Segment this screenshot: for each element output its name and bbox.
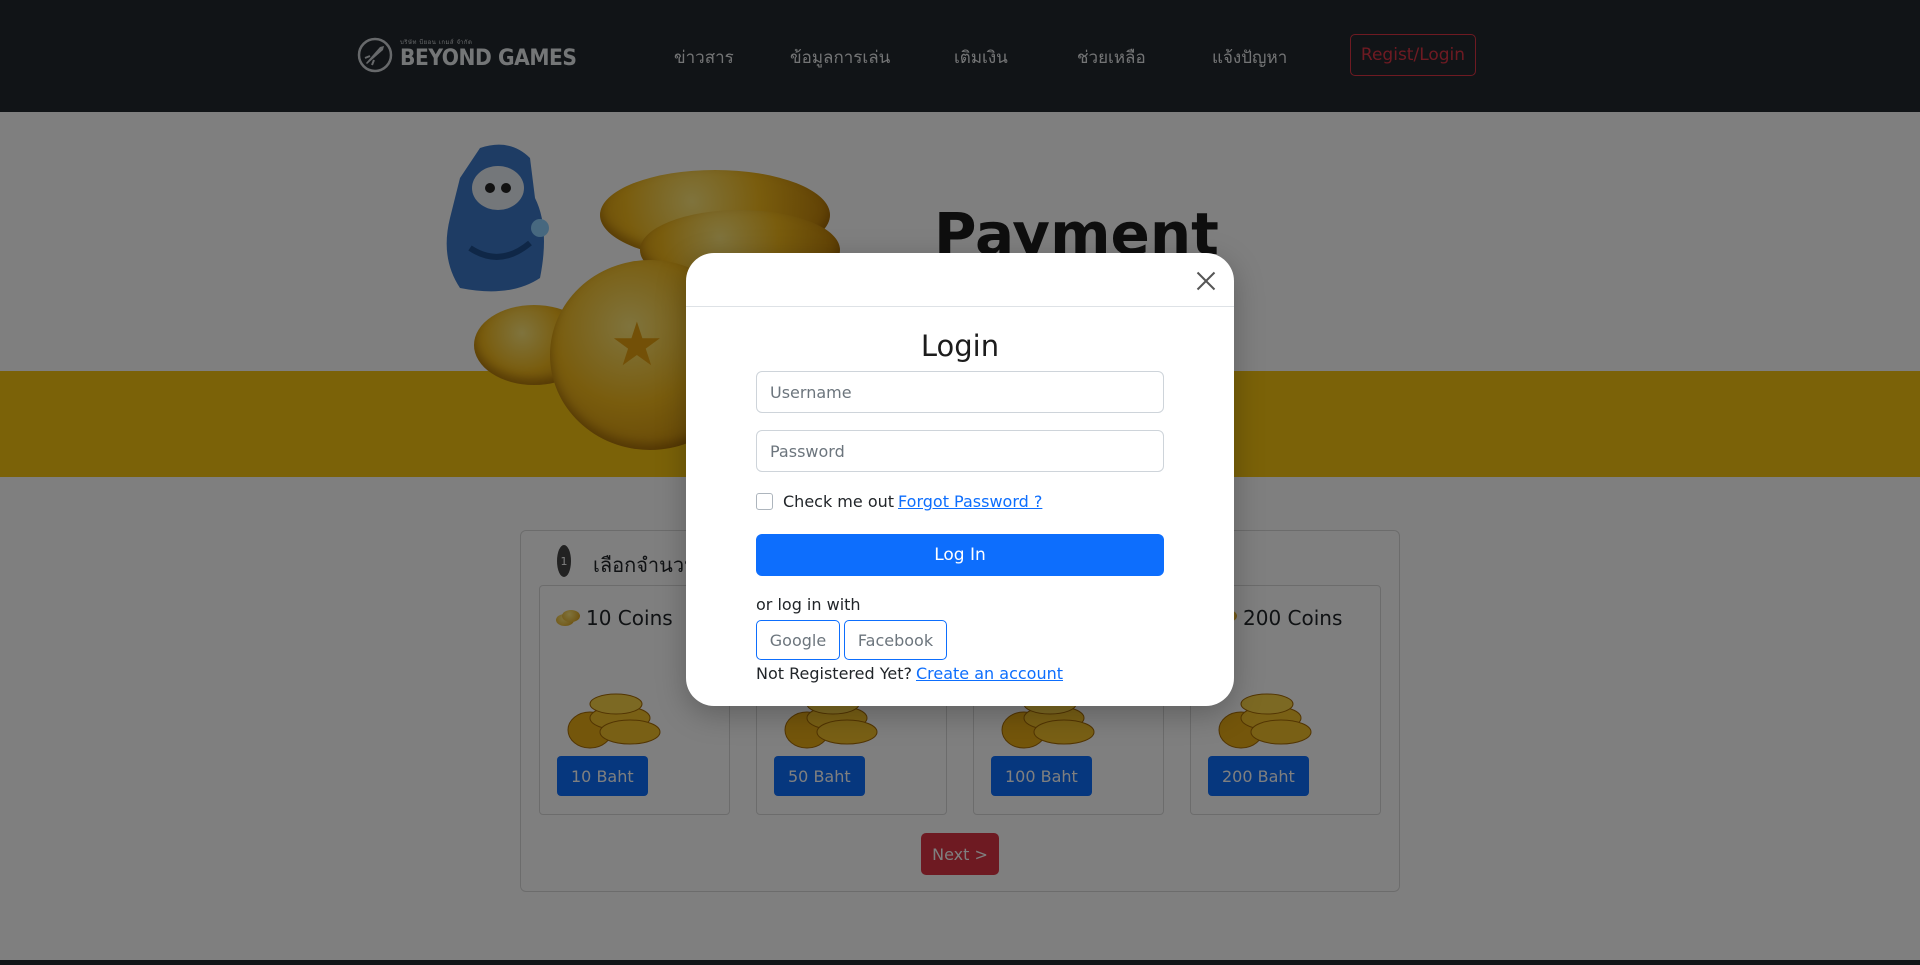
facebook-login-button[interactable]: Facebook [844,620,947,660]
remember-row: Check me out Forgot Password ? [756,492,1042,511]
or-login-with-text: or log in with [756,595,861,614]
close-icon[interactable] [1194,269,1218,293]
create-account-link[interactable]: Create an account [916,664,1063,683]
remember-label: Check me out [783,492,895,511]
remember-checkbox[interactable] [756,493,773,510]
forgot-password-link[interactable]: Forgot Password ? [898,492,1042,511]
log-in-button[interactable]: Log In [756,534,1164,576]
username-input[interactable] [756,371,1164,413]
register-row: Not Registered Yet? Create an account [756,664,1063,683]
modal-header [686,253,1234,307]
modal-title: Login [920,329,1000,363]
password-input[interactable] [756,430,1164,472]
register-prompt: Not Registered Yet? [756,664,912,683]
login-modal: Login Check me out Forgot Password ? Log… [686,253,1234,706]
google-login-button[interactable]: Google [756,620,840,660]
